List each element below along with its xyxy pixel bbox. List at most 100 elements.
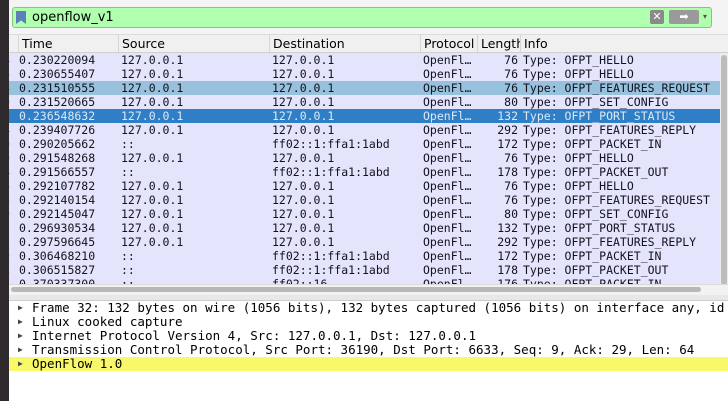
column-header-protocol[interactable]: Protocol — [421, 35, 478, 52]
packet-cell-destination: 127.0.0.1 — [272, 123, 335, 137]
packet-cell-source: 127.0.0.1 — [121, 95, 184, 109]
column-header-time[interactable]: Time — [19, 35, 119, 52]
detail-tree-item[interactable]: ▶ Frame 32: 132 bytes on wire (1056 bits)… — [9, 301, 728, 315]
display-filter-input[interactable] — [32, 9, 632, 26]
packet-cell-time: 0.231510555 — [19, 81, 96, 95]
packet-cell-protocol: OpenFl… — [423, 193, 472, 207]
packet-cell-protocol: OpenFl… — [423, 109, 472, 123]
column-header-length[interactable]: Length — [478, 35, 521, 52]
packet-list-vertical-scrollbar[interactable] — [720, 53, 728, 284]
packet-cell-destination: 127.0.0.1 — [272, 95, 335, 109]
detail-tree-item[interactable]: ▶ Internet Protocol Version 4, Src: 127.0… — [9, 329, 728, 343]
packet-row[interactable]: 40.230220094 127.0.0.1 127.0.0.1 OpenFl… 76 T… — [9, 53, 720, 67]
packet-cell-length: 80 — [504, 95, 518, 109]
packet-cell-destination: ff02::1:ffa1:1abd — [272, 165, 390, 179]
packet-row[interactable]: 40.239407726 127.0.0.1 127.0.0.1 OpenFl… 292… — [9, 123, 720, 137]
column-header-no[interactable] — [9, 35, 19, 52]
column-header-destination[interactable]: Destination — [270, 35, 421, 52]
packet-row[interactable]: 50.296930534 127.0.0.1 127.0.0.1 OpenFl… 132… — [9, 221, 720, 235]
packet-row[interactable]: 00.291548268 127.0.0.1 127.0.0.1 OpenFl… 76 T… — [9, 151, 720, 165]
detail-tree-item[interactable]: ▶ Transmission Control Protocol, Src Port… — [9, 343, 728, 357]
packet-cell-info: Type: OFPT_PACKET_OUT — [523, 165, 669, 179]
packet-cell-destination: 127.0.0.1 — [272, 151, 335, 165]
packet-row[interactable]: 40.291566557::ff02::1:ffa1:1abd OpenFl… 17… — [9, 165, 720, 179]
packet-cell-info: Type: OFPT_FEATURES_REPLY — [523, 123, 697, 137]
packet-cell-protocol: OpenFl… — [423, 277, 472, 284]
expand-arrow-icon[interactable]: ▶ — [18, 343, 26, 357]
expand-arrow-icon[interactable]: ▶ — [18, 329, 26, 343]
packet-cell-no: 5 — [9, 221, 17, 235]
packet-cell-no: 1 — [9, 263, 17, 277]
packet-row[interactable]: 80.292140154 127.0.0.1 127.0.0.1 OpenFl… 76 T… — [9, 193, 720, 207]
packet-cell-info: Type: OFPT_SET_CONFIG — [523, 95, 669, 109]
packet-cell-protocol: OpenFl… — [423, 207, 472, 221]
display-filter-toolbar: ✕ ➡ ▾ — [9, 0, 728, 35]
packet-cell-info: Type: OFPT_HELLO — [523, 179, 634, 193]
packet-cell-no: 6 — [9, 179, 17, 193]
display-filter-field[interactable]: ✕ ➡ ▾ — [12, 7, 712, 28]
packet-cell-protocol: OpenFl… — [423, 137, 472, 151]
detail-tree-label: OpenFlow 1.0 — [32, 356, 123, 371]
packet-row[interactable]: 20.236548632 127.0.0.1 127.0.0.1 OpenFl… 132… — [9, 109, 720, 123]
packet-list-horizontal-scrollbar[interactable] — [9, 284, 728, 295]
packet-list-header: Time Source Destination Protocol Length … — [9, 35, 728, 53]
chevron-down-icon[interactable]: ▾ — [703, 10, 711, 24]
packet-cell-source: :: — [121, 277, 135, 284]
expand-arrow-icon[interactable]: ▶ — [18, 301, 26, 315]
packet-cell-info: Type: OFPT_HELLO — [523, 151, 634, 165]
packet-cell-no: 9 — [9, 249, 17, 263]
expand-arrow-icon[interactable]: ▶ — [18, 357, 26, 371]
expand-arrow-icon[interactable]: ▶ — [18, 315, 26, 329]
packet-cell-destination: 127.0.0.1 — [272, 53, 335, 67]
arrow-right-icon[interactable]: ➡ — [669, 10, 699, 24]
packet-cell-protocol: OpenFl… — [423, 263, 472, 277]
detail-tree-item[interactable]: ▶ Linux cooked capture — [9, 315, 728, 329]
packet-cell-protocol: OpenFl… — [423, 235, 472, 249]
detail-tree-label: Frame 32: 132 bytes on wire (1056 bits),… — [32, 300, 728, 315]
packet-cell-length: 76 — [504, 81, 518, 95]
packet-cell-length: 76 — [504, 151, 518, 165]
packet-row[interactable]: 90.292145047 127.0.0.1 127.0.0.1 OpenFl… 80 T… — [9, 207, 720, 221]
packet-row[interactable]: 70.370337300::ff02::16 OpenFl… 176 Type: OF… — [9, 277, 720, 284]
packet-cell-source: 127.0.0.1 — [121, 221, 184, 235]
detail-tree-label: Internet Protocol Version 4, Src: 127.0.… — [32, 328, 477, 343]
packet-cell-info: Type: OFPT_PACKET_OUT — [523, 263, 669, 277]
packet-cell-destination: ff02::1:ffa1:1abd — [272, 249, 390, 263]
packet-cell-info: Type: OFPT_PACKET_IN — [523, 137, 662, 151]
packet-cell-destination: 127.0.0.1 — [272, 193, 335, 207]
detail-tree-item[interactable]: ▶ OpenFlow 1.0 — [9, 357, 728, 371]
packet-cell-source: 127.0.0.1 — [121, 193, 184, 207]
clear-icon[interactable]: ✕ — [650, 10, 664, 24]
packet-row[interactable]: 90.306468210::ff02::1:ffa1:1abd OpenFl… 17… — [9, 249, 720, 263]
column-header-source[interactable]: Source — [119, 35, 270, 52]
packet-cell-length: 178 — [497, 263, 518, 277]
packet-cell-destination: 127.0.0.1 — [272, 235, 335, 249]
packet-cell-time: 0.291548268 — [19, 151, 96, 165]
packet-row[interactable]: 60.292107782 127.0.0.1 127.0.0.1 OpenFl… 76 T… — [9, 179, 720, 193]
packet-cell-time: 0.230655407 — [19, 67, 96, 81]
packet-cell-destination: 127.0.0.1 — [272, 179, 335, 193]
packet-cell-info: Type: OFPT_PACKET_IN — [523, 277, 662, 284]
column-header-info[interactable]: Info — [521, 35, 728, 52]
packet-cell-length: 76 — [504, 179, 518, 193]
packet-row[interactable]: 00.231520665 127.0.0.1 127.0.0.1 OpenFl… 80 T… — [9, 95, 720, 109]
packet-cell-length: 176 — [497, 277, 518, 284]
packet-cell-destination: 127.0.0.1 — [272, 207, 335, 221]
packet-row[interactable]: 00.290205662::ff02::1:ffa1:1abd OpenFl… 17… — [9, 137, 720, 151]
packet-row[interactable]: 60.230655407 127.0.0.1 127.0.0.1 OpenFl… 76 T… — [9, 67, 720, 81]
packet-cell-destination: ff02::1:ffa1:1abd — [272, 263, 390, 277]
packet-cell-source: :: — [121, 249, 135, 263]
packet-cell-destination: 127.0.0.1 — [272, 81, 335, 95]
scrollbar-thumb[interactable] — [11, 287, 701, 292]
packet-cell-time: 0.230220094 — [19, 53, 96, 67]
packet-cell-length: 132 — [497, 109, 518, 123]
packet-cell-time: 0.291566557 — [19, 165, 96, 179]
packet-row[interactable]: 70.297596645 127.0.0.1 127.0.0.1 OpenFl… 292… — [9, 235, 720, 249]
packet-row[interactable]: 80.231510555 127.0.0.1 127.0.0.1 OpenFl… 76 T… — [9, 81, 720, 95]
bookmark-icon[interactable] — [16, 11, 26, 24]
packet-row[interactable]: 10.306515827::ff02::1:ffa1:1abd OpenFl… 17… — [9, 263, 720, 277]
packet-cell-destination: 127.0.0.1 — [272, 221, 335, 235]
scrollbar-thumb[interactable] — [721, 55, 727, 284]
packet-cell-time: 0.306468210 — [19, 249, 96, 263]
packet-cell-no: 4 — [9, 123, 17, 137]
